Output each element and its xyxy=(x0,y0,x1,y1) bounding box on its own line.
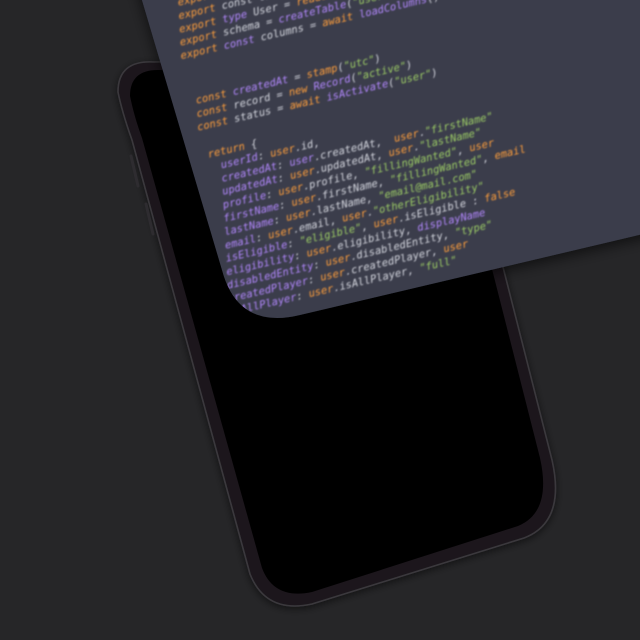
code-token: ) xyxy=(406,59,413,72)
code-token: ) xyxy=(374,52,381,65)
code-token xyxy=(216,307,229,322)
code-token xyxy=(215,293,228,308)
code-token: ) xyxy=(431,66,438,79)
mockup-scene: export field = new "field"export const t… xyxy=(0,0,640,640)
code-token xyxy=(214,267,227,282)
code-screenshot-panel: export field = new "field"export const t… xyxy=(141,0,640,322)
code-token xyxy=(215,280,228,295)
code-token: , xyxy=(313,137,320,150)
